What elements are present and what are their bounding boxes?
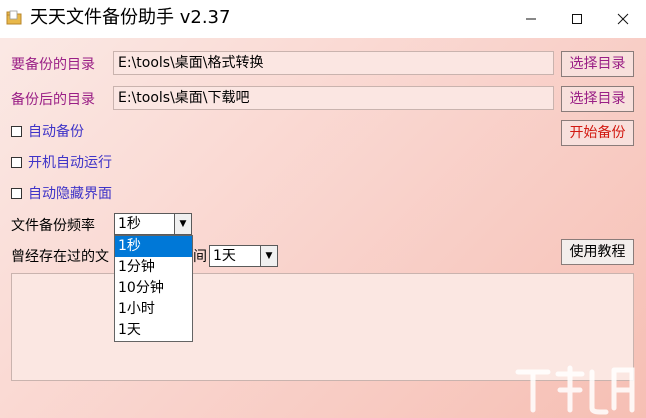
- checkbox-box: [11, 125, 22, 137]
- auto-hide-label: 自动隐藏界面: [28, 186, 112, 202]
- retention-selected-value: 1天: [213, 248, 236, 264]
- chevron-down-icon[interactable]: ▼: [260, 246, 277, 266]
- app-folder-icon: [6, 10, 22, 26]
- watermark-logo: [515, 365, 635, 415]
- start-backup-button[interactable]: 开始备份: [561, 120, 634, 146]
- auto-backup-checkbox[interactable]: 自动备份: [11, 122, 84, 140]
- dropdown-option[interactable]: 10分钟: [115, 278, 192, 299]
- minimize-button[interactable]: [508, 0, 554, 38]
- dropdown-option[interactable]: 1分钟: [115, 257, 192, 278]
- choose-target-dir-button[interactable]: 选择目录: [561, 86, 634, 112]
- dropdown-option[interactable]: 1天: [115, 320, 192, 341]
- frequency-selected-value: 1秒: [118, 216, 141, 232]
- checkbox-box: [11, 156, 22, 168]
- close-icon: [617, 13, 629, 25]
- frequency-select[interactable]: 1秒 ▼: [114, 213, 192, 235]
- source-dir-label: 要备份的目录: [11, 57, 95, 73]
- retention-select[interactable]: 1天 ▼: [209, 245, 278, 267]
- close-button[interactable]: [600, 0, 646, 38]
- maximize-icon: [572, 14, 582, 24]
- retention-label-suffix: 间: [193, 249, 207, 265]
- target-dir-label: 备份后的目录: [11, 92, 95, 108]
- auto-start-checkbox[interactable]: 开机自动运行: [11, 153, 112, 171]
- choose-source-dir-button[interactable]: 选择目录: [561, 51, 634, 77]
- source-dir-field[interactable]: E:\tools\桌面\格式转换: [113, 51, 554, 75]
- chevron-down-icon[interactable]: ▼: [174, 214, 191, 234]
- retention-label: 曾经存在过的文: [11, 249, 109, 265]
- checkbox-box: [11, 187, 22, 199]
- auto-start-label: 开机自动运行: [28, 155, 112, 171]
- minimize-icon: [526, 18, 536, 20]
- dropdown-option[interactable]: 1秒: [115, 236, 192, 257]
- frequency-label: 文件备份频率: [11, 218, 95, 234]
- app-window: 天天文件备份助手 v2.37 要备份的目录 E:\tools\桌面\格式转换 选…: [0, 0, 646, 418]
- target-dir-field[interactable]: E:\tools\桌面\下载吧: [113, 86, 554, 110]
- auto-backup-label: 自动备份: [28, 124, 84, 140]
- title-bar: 天天文件备份助手 v2.37: [0, 0, 646, 38]
- maximize-button[interactable]: [554, 0, 600, 38]
- frequency-dropdown-list: 1秒 1分钟 10分钟 1小时 1天: [114, 235, 193, 342]
- dropdown-option[interactable]: 1小时: [115, 299, 192, 320]
- auto-hide-checkbox[interactable]: 自动隐藏界面: [11, 184, 112, 202]
- help-tutorial-button[interactable]: 使用教程: [561, 239, 634, 265]
- window-title: 天天文件备份助手 v2.37: [30, 7, 231, 28]
